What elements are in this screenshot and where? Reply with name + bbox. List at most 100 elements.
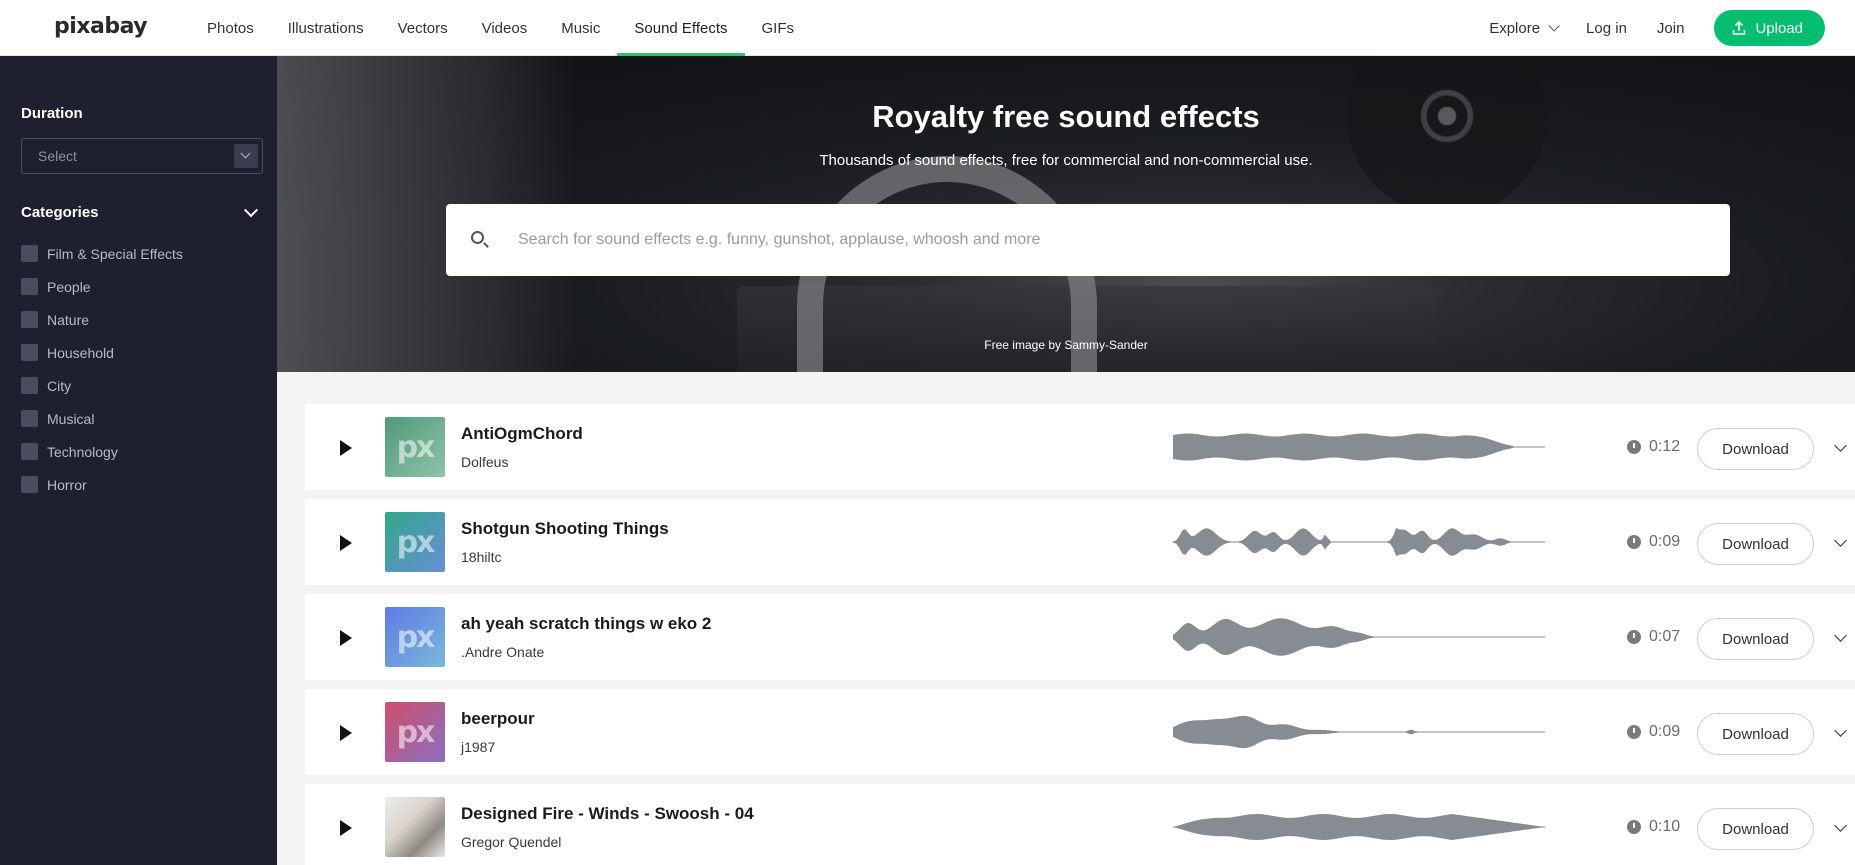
nav-item-videos[interactable]: Videos [465, 0, 545, 56]
chevron-down-icon[interactable] [1834, 629, 1847, 642]
duration-text: 0:12 [1649, 438, 1681, 455]
play-icon[interactable] [340, 440, 352, 456]
category-checkbox-item[interactable]: City [21, 369, 183, 402]
hero-banner: Royalty free sound effects Thousands of … [277, 56, 1855, 372]
download-button[interactable]: Download [1697, 713, 1814, 755]
nav-item-sound-effects[interactable]: Sound Effects [617, 0, 745, 56]
category-checkbox-item[interactable]: Nature [21, 303, 183, 336]
search-input[interactable] [518, 204, 1708, 276]
chevron-down-icon[interactable] [1834, 819, 1847, 832]
track-thumbnail[interactable]: px [385, 512, 445, 572]
waveform-shape [1173, 618, 1545, 656]
track-duration: 0:09 [1627, 723, 1680, 741]
checkbox[interactable] [21, 311, 38, 328]
upload-button[interactable]: Upload [1714, 10, 1825, 46]
download-button[interactable]: Download [1697, 808, 1814, 850]
checkbox[interactable] [21, 377, 38, 394]
category-checkbox-item[interactable]: Household [21, 336, 183, 369]
checkbox[interactable] [21, 245, 38, 262]
download-button[interactable]: Download [1697, 618, 1814, 660]
account-nav: Explore Log in Join Upload [1489, 0, 1825, 56]
duration-select-value: Select [38, 148, 77, 164]
track-author[interactable]: Dolfeus [461, 454, 508, 470]
duration-select[interactable]: Select [21, 138, 263, 174]
checkbox[interactable] [21, 344, 38, 361]
sound-row: px beerpour j1987 0:09 Download [305, 689, 1855, 775]
image-credit[interactable]: Free image by Sammy-Sander [277, 338, 1855, 352]
category-checkbox-item[interactable]: People [21, 270, 183, 303]
categories-toggle[interactable]: Categories [21, 202, 259, 221]
waveform-shape [1173, 715, 1545, 749]
pixabay-logo[interactable]: pixabay [54, 14, 148, 39]
upload-icon [1733, 21, 1746, 35]
waveform[interactable] [1173, 517, 1545, 567]
category-checkbox-item[interactable]: Film & Special Effects [21, 237, 183, 270]
nav-item-music[interactable]: Music [544, 0, 617, 56]
track-thumbnail[interactable]: px [385, 417, 445, 477]
download-button[interactable]: Download [1697, 523, 1814, 565]
clock-icon [1627, 725, 1641, 739]
track-author[interactable]: j1987 [461, 739, 495, 755]
category-checkbox-item[interactable]: Technology [21, 435, 183, 468]
sound-row: px Shotgun Shooting Things 18hiltc 0:09 Down… [305, 499, 1855, 585]
track-title[interactable]: AntiOgmChord [461, 424, 583, 444]
track-author[interactable]: .Andre Onate [461, 644, 544, 660]
waveform[interactable] [1173, 707, 1545, 757]
category-label: Musical [47, 410, 95, 427]
track-title[interactable]: ah yeah scratch things w eko 2 [461, 614, 711, 634]
categories-heading: Categories [21, 204, 99, 221]
duration-text: 0:09 [1649, 533, 1681, 550]
filter-sidebar: Duration Select Categories Film & Specia… [0, 56, 277, 865]
play-icon[interactable] [340, 630, 352, 646]
explore-menu[interactable]: Explore [1489, 20, 1560, 37]
waveform[interactable] [1173, 422, 1545, 472]
join-link[interactable]: Join [1657, 20, 1685, 37]
clock-icon [1627, 630, 1641, 644]
thumbnail-logo-text: px [396, 429, 436, 465]
nav-item-illustrations[interactable]: Illustrations [271, 0, 381, 56]
download-button[interactable]: Download [1697, 428, 1814, 470]
chevron-down-icon [234, 144, 258, 168]
sound-row: px AntiOgmChord Dolfeus 0:12 Download [305, 404, 1855, 490]
track-duration: 0:10 [1627, 818, 1680, 836]
search-icon[interactable] [471, 231, 484, 244]
waveform[interactable] [1173, 802, 1545, 852]
checkbox[interactable] [21, 476, 38, 493]
chevron-down-icon[interactable] [1834, 724, 1847, 737]
main-nav: Photos Illustrations Vectors Videos Music Sou… [190, 0, 811, 56]
track-title[interactable]: beerpour [461, 709, 535, 729]
waveform-shape [1173, 433, 1545, 461]
waveform[interactable] [1173, 612, 1545, 662]
nav-item-photos[interactable]: Photos [190, 0, 271, 56]
category-label: People [47, 278, 91, 295]
chevron-down-icon[interactable] [1834, 534, 1847, 547]
login-link[interactable]: Log in [1586, 20, 1627, 37]
track-title[interactable]: Designed Fire - Winds - Swoosh - 04 [461, 804, 754, 824]
nav-item-gifs[interactable]: GIFs [745, 0, 812, 56]
track-thumbnail[interactable]: px [385, 702, 445, 762]
checkbox[interactable] [21, 410, 38, 427]
track-author[interactable]: 18hiltc [461, 549, 501, 565]
track-duration: 0:09 [1627, 533, 1680, 551]
track-duration: 0:07 [1627, 628, 1680, 646]
category-label: Technology [47, 443, 118, 460]
track-title[interactable]: Shotgun Shooting Things [461, 519, 669, 539]
chevron-down-icon[interactable] [1834, 439, 1847, 452]
nav-item-vectors[interactable]: Vectors [381, 0, 465, 56]
waveform-shape [1173, 527, 1545, 557]
play-icon[interactable] [340, 535, 352, 551]
category-checkbox-item[interactable]: Musical [21, 402, 183, 435]
checkbox[interactable] [21, 278, 38, 295]
duration-text: 0:09 [1649, 723, 1681, 740]
category-label: Horror [47, 476, 87, 493]
category-checkbox-item[interactable]: Horror [21, 468, 183, 501]
track-author[interactable]: Gregor Quendel [461, 834, 561, 850]
top-navigation: pixabay Photos Illustrations Vectors Videos… [0, 0, 1855, 56]
track-thumbnail[interactable] [385, 797, 445, 857]
thumbnail-logo-text: px [396, 714, 436, 750]
track-thumbnail[interactable]: px [385, 607, 445, 667]
category-label: City [47, 377, 72, 394]
checkbox[interactable] [21, 443, 38, 460]
play-icon[interactable] [340, 820, 352, 836]
play-icon[interactable] [340, 725, 352, 741]
